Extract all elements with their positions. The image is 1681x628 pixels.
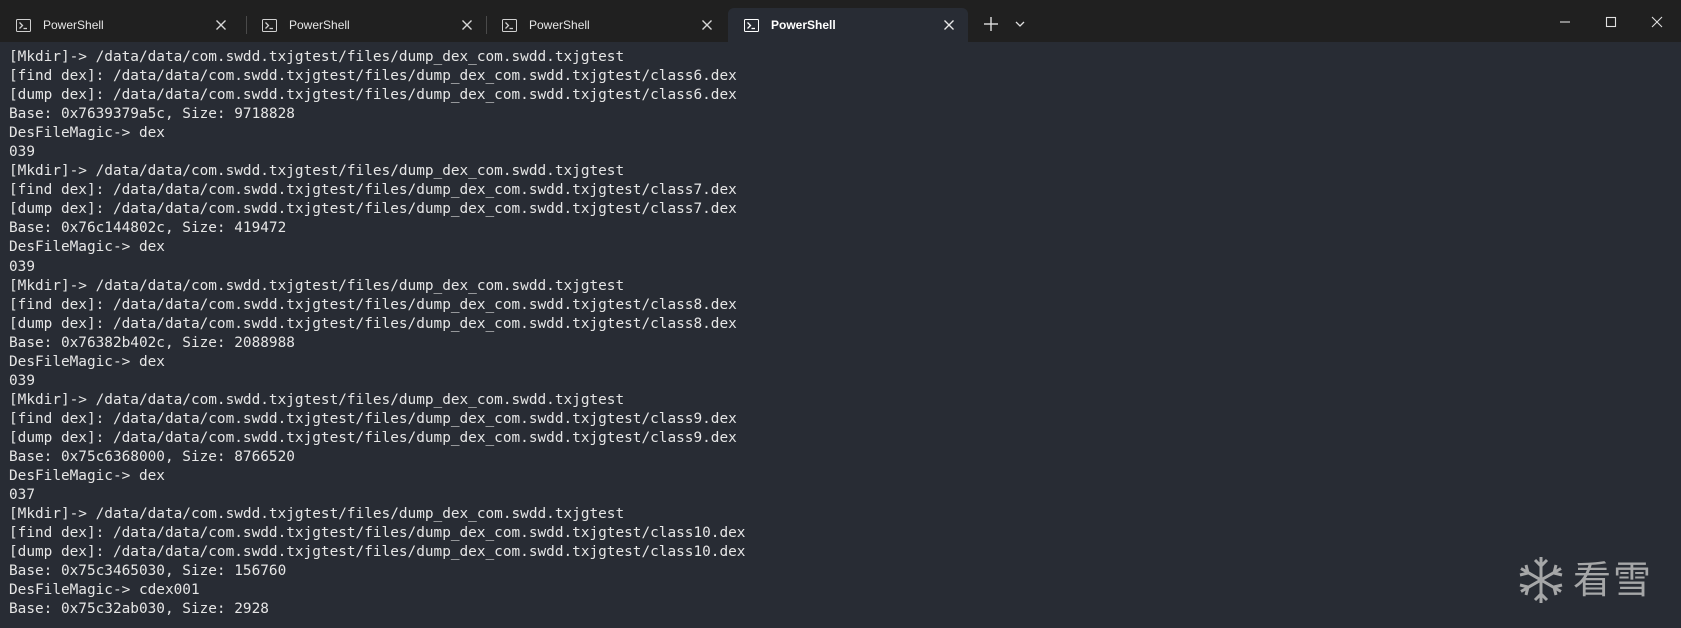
terminal-output[interactable]: [Mkdir]-> /data/data/com.swdd.txjgtest/f… [9, 48, 1681, 628]
powershell-icon [502, 18, 517, 32]
terminal-line: 039 [9, 372, 35, 389]
terminal-line: [find dex]: /data/data/com.swdd.txjgtest… [9, 410, 737, 427]
terminal-line: [dump dex]: /data/data/com.swdd.txjgtest… [9, 429, 737, 446]
terminal-line: [find dex]: /data/data/com.swdd.txjgtest… [9, 525, 746, 542]
tab-powershell-2[interactable]: PowerShell [246, 8, 486, 42]
chevron-down-icon[interactable] [1013, 17, 1027, 31]
terminal-line: [Mkdir]-> /data/data/com.swdd.txjgtest/f… [9, 49, 625, 65]
terminal-line: [Mkdir]-> /data/data/com.swdd.txjgtest/f… [9, 163, 625, 180]
terminal-line: [dump dex]: /data/data/com.swdd.txjgtest… [9, 201, 737, 218]
tab-label: PowerShell [289, 18, 350, 32]
snowflake-icon [1519, 557, 1563, 603]
terminal-line: [Mkdir]-> /data/data/com.swdd.txjgtest/f… [9, 506, 625, 523]
terminal-line: [Mkdir]-> /data/data/com.swdd.txjgtest/f… [9, 391, 625, 408]
tab-close-icon[interactable] [460, 18, 474, 32]
maximize-button[interactable] [1599, 10, 1623, 34]
new-tab-plus-icon[interactable] [982, 15, 1000, 33]
close-icon [1651, 16, 1663, 28]
powershell-icon [262, 18, 277, 32]
tab-close-icon[interactable] [942, 18, 956, 32]
terminal-line: DesFileMagic-> dex [9, 125, 165, 142]
terminal-line: DesFileMagic-> cdex001 [9, 582, 200, 599]
tab-label: PowerShell [529, 18, 590, 32]
powershell-icon [16, 18, 31, 32]
minimize-icon [1560, 21, 1570, 23]
tab-label: PowerShell [771, 18, 836, 32]
watermark-text: 看雪 [1573, 558, 1654, 602]
terminal-line: 039 [9, 144, 35, 161]
close-window-button[interactable] [1645, 10, 1669, 34]
terminal-window: PowerShell PowerShell PowerShell PowerSh… [0, 0, 1681, 628]
terminal-line: [find dex]: /data/data/com.swdd.txjgtest… [9, 68, 737, 85]
terminal-line: 039 [9, 258, 35, 275]
terminal-line: [find dex]: /data/data/com.swdd.txjgtest… [9, 296, 737, 313]
terminal-line: DesFileMagic-> dex [9, 468, 165, 485]
terminal-line: 037 [9, 487, 35, 504]
minimize-button[interactable] [1553, 10, 1577, 34]
terminal-line: Base: 0x76382b402c, Size: 2088988 [9, 334, 295, 351]
terminal-line: Base: 0x7639379a5c, Size: 9718828 [9, 106, 295, 123]
tab-powershell-1[interactable]: PowerShell [0, 8, 240, 42]
terminal-line: Base: 0x75c6368000, Size: 8766520 [9, 448, 295, 465]
terminal-line: [Mkdir]-> /data/data/com.swdd.txjgtest/f… [9, 277, 625, 294]
tab-powershell-3[interactable]: PowerShell [486, 8, 726, 42]
terminal-line: [dump dex]: /data/data/com.swdd.txjgtest… [9, 87, 737, 104]
tab-powershell-4[interactable]: PowerShell [728, 8, 968, 42]
terminal-line: [dump dex]: /data/data/com.swdd.txjgtest… [9, 315, 737, 332]
terminal-line: [dump dex]: /data/data/com.swdd.txjgtest… [9, 544, 746, 561]
tab-close-icon[interactable] [214, 18, 228, 32]
terminal-line: DesFileMagic-> dex [9, 239, 165, 256]
tab-label: PowerShell [43, 18, 104, 32]
terminal-line: Base: 0x75c3465030, Size: 156760 [9, 563, 287, 580]
terminal-line: DesFileMagic-> dex [9, 353, 165, 370]
maximize-icon [1605, 16, 1617, 28]
terminal-line: [find dex]: /data/data/com.swdd.txjgtest… [9, 182, 737, 199]
terminal-line: Base: 0x76c144802c, Size: 419472 [9, 220, 287, 237]
title-bar[interactable]: PowerShell PowerShell PowerShell PowerSh… [0, 0, 1681, 42]
tab-close-icon[interactable] [700, 18, 714, 32]
watermark: 看雪 [1515, 552, 1675, 608]
terminal-line: Base: 0x75c32ab030, Size: 2928 [9, 601, 269, 618]
powershell-icon [744, 18, 759, 32]
